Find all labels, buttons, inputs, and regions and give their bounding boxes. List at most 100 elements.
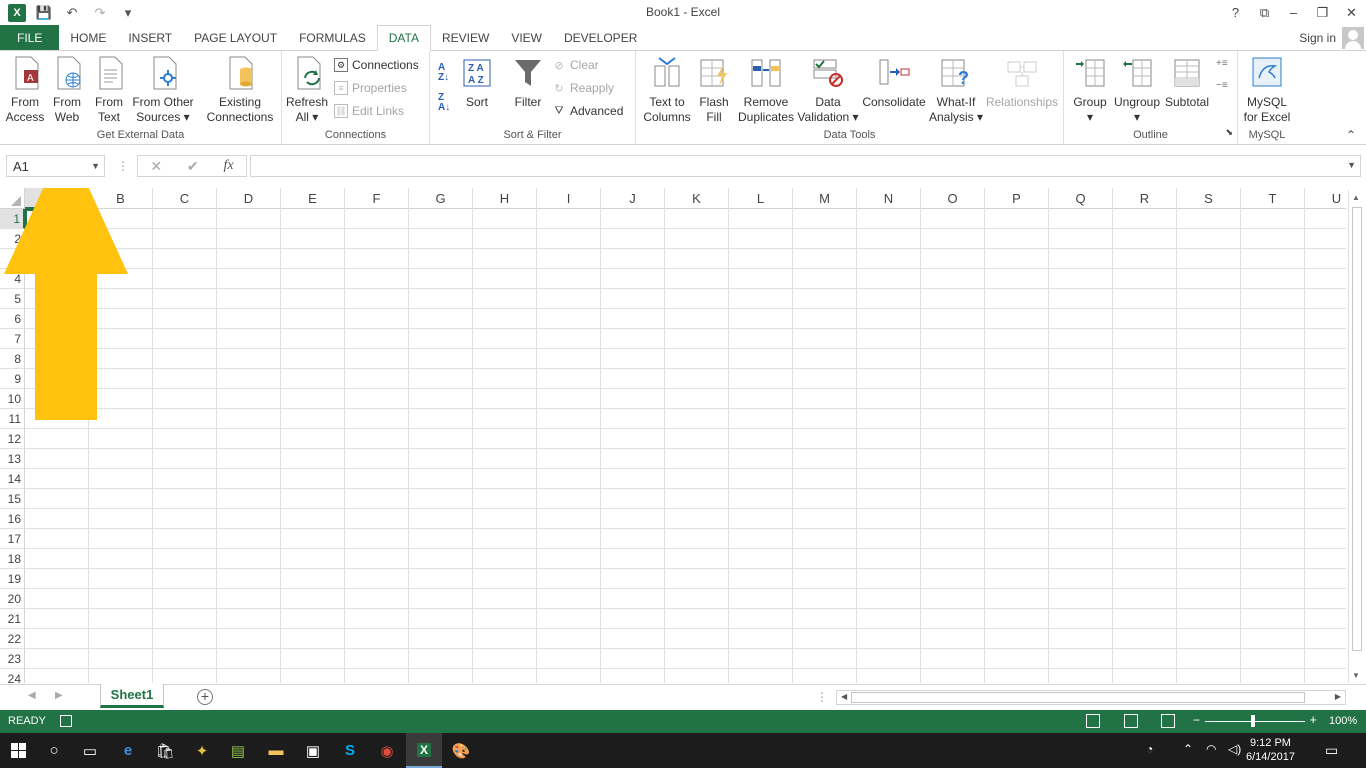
row-header-22[interactable]: 22 (0, 629, 25, 649)
row-header-9[interactable]: 9 (0, 369, 25, 389)
properties-button[interactable]: ≡ Properties (334, 78, 407, 98)
row-header-11[interactable]: 11 (0, 409, 25, 429)
tab-split-icon[interactable]: ⋮ (816, 690, 828, 704)
row-header-5[interactable]: 5 (0, 289, 25, 309)
row-header-7[interactable]: 7 (0, 329, 25, 349)
tab-home[interactable]: HOME (59, 25, 117, 50)
tab-page-layout[interactable]: PAGE LAYOUT (183, 25, 288, 50)
task-view-icon[interactable]: ▭ (72, 733, 108, 768)
redo-icon[interactable]: ↷ (90, 3, 110, 23)
consolidate-button[interactable]: Consolidate (862, 55, 926, 110)
scroll-down-icon[interactable]: ▼ (1352, 671, 1360, 680)
column-header-r[interactable]: R (1113, 188, 1177, 209)
what-if-analysis-button[interactable]: ? What-If Analysis ▾ (928, 55, 984, 125)
mysql-for-excel-button[interactable]: MySQL for Excel (1240, 55, 1294, 125)
tab-file[interactable]: FILE (0, 25, 60, 50)
horizontal-scrollbar[interactable]: ◀ ▶ (836, 690, 1346, 705)
file-explorer-icon[interactable]: ▬ (258, 733, 294, 768)
zoom-knob[interactable] (1251, 715, 1255, 727)
page-break-view-icon[interactable] (1161, 714, 1175, 728)
column-header-e[interactable]: E (281, 188, 345, 209)
column-header-b[interactable]: B (89, 188, 153, 209)
group-button[interactable]: Group ▾ (1068, 55, 1112, 125)
excel-taskbar-icon[interactable]: X (406, 733, 442, 768)
column-header-g[interactable]: G (409, 188, 473, 209)
enter-icon[interactable]: ✔ (187, 158, 199, 175)
skype-icon[interactable]: S (332, 733, 368, 768)
text-to-columns-button[interactable]: Text to Columns (640, 55, 694, 125)
name-box[interactable]: A1 ▼ (6, 155, 105, 177)
from-other-sources-button[interactable]: From Other Sources ▾ (130, 55, 196, 125)
from-text-button[interactable]: From Text (88, 55, 130, 125)
column-header-a[interactable]: A (25, 188, 89, 209)
row-header-17[interactable]: 17 (0, 529, 25, 549)
row-header-2[interactable]: 2 (0, 229, 25, 249)
row-header-14[interactable]: 14 (0, 469, 25, 489)
chrome-icon[interactable]: ◉ (369, 733, 405, 768)
existing-connections-button[interactable]: Existing Connections (202, 55, 278, 125)
ribbon-display-icon[interactable]: ⧉ (1250, 0, 1279, 25)
column-header-n[interactable]: N (857, 188, 921, 209)
tab-review[interactable]: REVIEW (431, 25, 500, 50)
column-header-d[interactable]: D (217, 188, 281, 209)
advanced-filter-button[interactable]: ⛛ Advanced (552, 101, 623, 121)
column-header-o[interactable]: O (921, 188, 985, 209)
edge-browser-icon[interactable]: e (110, 733, 146, 768)
taskbar-clock[interactable]: 9:12 PM 6/14/2017 (1246, 736, 1295, 764)
paint-icon[interactable]: 🎨 (443, 733, 479, 768)
row-header-19[interactable]: 19 (0, 569, 25, 589)
outline-dialog-launcher-icon[interactable]: ⬊ (1225, 127, 1233, 138)
notepad-icon[interactable]: ▤ (220, 733, 256, 768)
notifications-icon[interactable]: ▭ (1325, 742, 1338, 759)
restore-icon[interactable]: ❐ (1308, 0, 1337, 25)
zoom-out-icon[interactable]: − (1193, 713, 1200, 727)
reapply-button[interactable]: ↻ Reapply (552, 78, 614, 98)
macro-record-icon[interactable] (60, 715, 72, 727)
column-header-m[interactable]: M (793, 188, 857, 209)
data-validation-button[interactable]: Data Validation ▾ (796, 55, 860, 125)
column-header-c[interactable]: C (153, 188, 217, 209)
active-cell[interactable] (25, 209, 92, 232)
scroll-left-icon[interactable]: ◀ (841, 692, 847, 701)
chevron-down-icon[interactable]: ▼ (91, 161, 100, 171)
column-header-f[interactable]: F (345, 188, 409, 209)
normal-view-icon[interactable] (1086, 714, 1100, 728)
tray-app-icon[interactable]: ◔ (1146, 742, 1153, 756)
sort-z-to-a-button[interactable]: Z A↓ (438, 93, 450, 113)
help-icon[interactable]: ? (1221, 0, 1250, 25)
tab-view[interactable]: VIEW (500, 25, 553, 50)
zoom-slider[interactable]: − + (1193, 712, 1317, 727)
media-player-icon[interactable]: ▣ (295, 733, 331, 768)
row-header-20[interactable]: 20 (0, 589, 25, 609)
avatar[interactable] (1342, 26, 1364, 49)
row-header-12[interactable]: 12 (0, 429, 25, 449)
close-icon[interactable]: ✕ (1337, 0, 1366, 25)
column-header-i[interactable]: I (537, 188, 601, 209)
hide-detail-button[interactable]: −≡ (1216, 75, 1228, 95)
vertical-scrollbar[interactable]: ▲ ▼ (1348, 190, 1364, 683)
app-icon[interactable]: ✦ (184, 733, 220, 768)
remove-duplicates-button[interactable]: Remove Duplicates (736, 55, 796, 125)
cancel-icon[interactable]: ✕ (150, 158, 162, 175)
excel-logo-icon[interactable]: X (8, 3, 26, 22)
from-access-button[interactable]: A From Access (4, 55, 46, 125)
refresh-all-button[interactable]: Refresh All ▾ (286, 55, 328, 125)
from-web-button[interactable]: From Web (46, 55, 88, 125)
sort-a-to-z-button[interactable]: A Z↓ (438, 63, 449, 83)
column-header-k[interactable]: K (665, 188, 729, 209)
zoom-in-icon[interactable]: + (1309, 712, 1317, 727)
scroll-up-icon[interactable]: ▲ (1352, 193, 1360, 202)
column-header-t[interactable]: T (1241, 188, 1305, 209)
undo-icon[interactable]: ↶ (62, 3, 82, 23)
row-header-13[interactable]: 13 (0, 449, 25, 469)
show-hidden-icons-icon[interactable]: ⌃ (1183, 742, 1193, 756)
sort-button[interactable]: Z AA Z Sort (460, 55, 494, 110)
tab-insert[interactable]: INSERT (117, 25, 183, 50)
next-sheet-icon[interactable]: ▶ (55, 690, 63, 701)
collapse-ribbon-icon[interactable]: ⌃ (1346, 128, 1356, 142)
start-button[interactable] (0, 733, 36, 768)
connections-button[interactable]: ⚙ Connections (334, 55, 419, 75)
row-header-24[interactable]: 24 (0, 669, 25, 683)
row-header-1[interactable]: 1 (0, 209, 25, 229)
column-header-q[interactable]: Q (1049, 188, 1113, 209)
